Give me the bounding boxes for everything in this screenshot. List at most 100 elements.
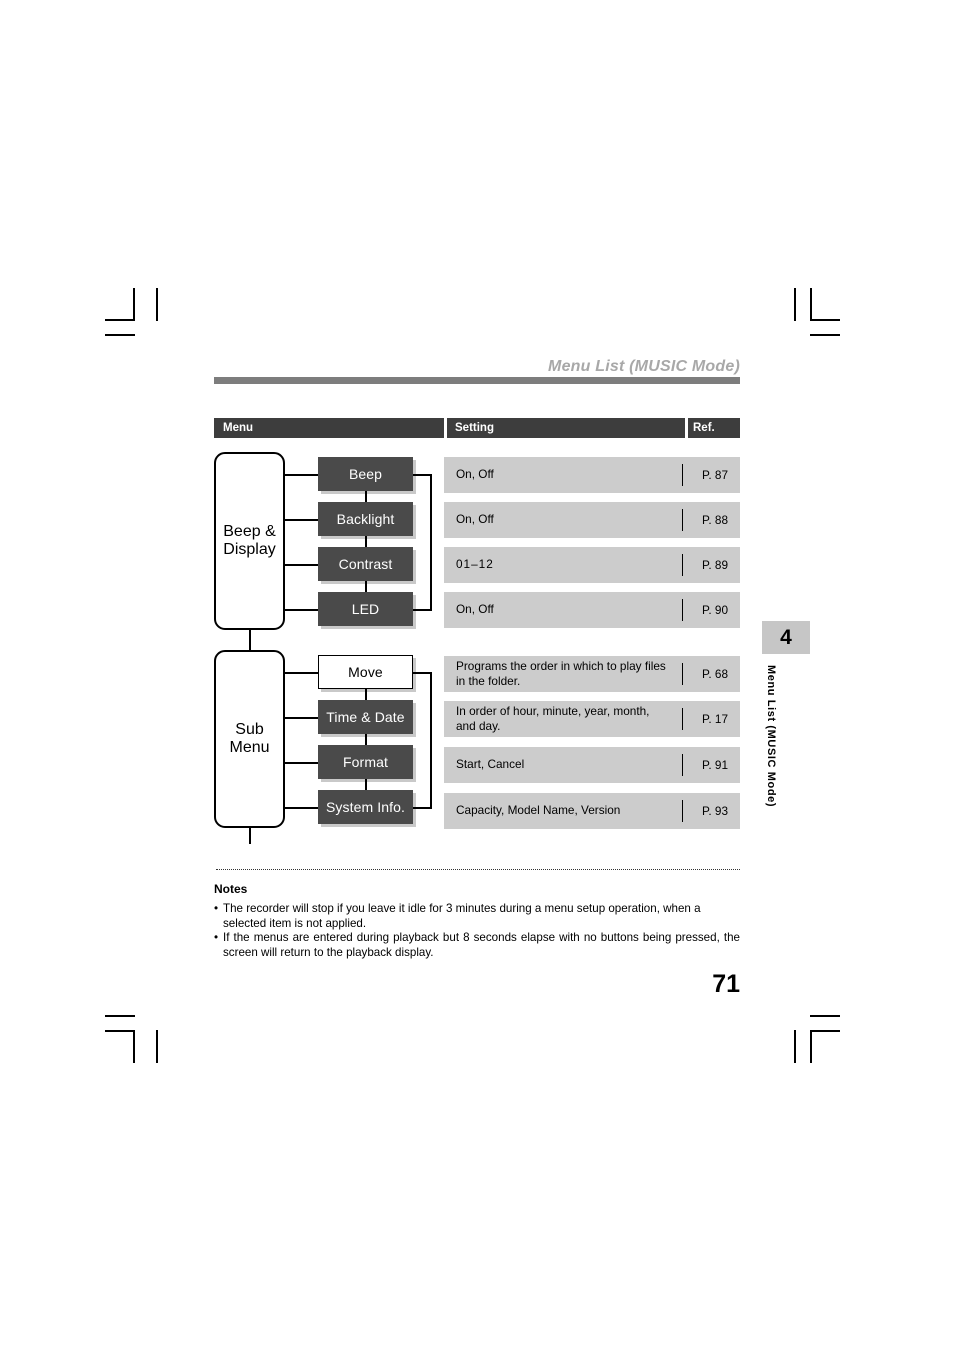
menu-node-label: Time & Date [326, 709, 405, 725]
menu-node-label: Beep [348, 466, 383, 482]
row-divider [682, 663, 684, 685]
menu-node-label: Contrast [338, 556, 393, 572]
connector-line [285, 807, 319, 809]
menu-node-format[interactable]: Format [318, 745, 413, 779]
ref-page-value: P. 68 [701, 667, 729, 681]
setting-value: Programs the order in which to play file… [456, 658, 666, 688]
column-header-menu: Menu [214, 418, 444, 438]
connector-line [249, 828, 251, 844]
connector-line [365, 779, 367, 790]
ref-page-value: P. 88 [701, 513, 729, 527]
connector-line [365, 536, 367, 547]
menu-node-label: Move [348, 664, 383, 680]
setting-row: Programs the order in which to play file… [444, 656, 740, 692]
ref-page-value: P. 89 [701, 558, 729, 572]
menu-node-contrast[interactable]: Contrast [318, 547, 413, 581]
note-list-item: • The recorder will stop if you leave it… [214, 902, 740, 932]
crop-mark-line [105, 319, 135, 321]
menu-node-led[interactable]: LED [318, 592, 413, 626]
column-header-ref-page: Ref. Page [688, 418, 740, 454]
bullet-icon: • [214, 931, 219, 944]
row-divider [682, 754, 684, 776]
crop-mark-line [105, 1030, 135, 1032]
ref-page-value: P. 17 [701, 712, 729, 726]
setting-row: 01–12 P. 89 [444, 547, 740, 583]
setting-row: On, Off P. 87 [444, 457, 740, 493]
row-divider [682, 599, 684, 621]
menu-node-beep[interactable]: Beep [318, 457, 413, 491]
crop-mark-line [156, 288, 158, 321]
connector-line [365, 734, 367, 745]
connector-line [249, 630, 251, 650]
crop-mark-line [794, 288, 796, 321]
menu-node-label: LED [351, 601, 380, 617]
connector-line [285, 762, 319, 764]
menu-node-backlight[interactable]: Backlight [318, 502, 413, 536]
page-number: 71 [712, 970, 740, 998]
crop-mark-line [133, 288, 135, 321]
crop-mark-line [105, 334, 135, 336]
menu-node-label: System Info. [325, 799, 405, 815]
ref-page-value: P. 87 [701, 468, 729, 482]
notes-heading: Notes [214, 882, 248, 896]
crop-mark-line [810, 1015, 840, 1017]
crop-mark-line [810, 1030, 812, 1063]
page-title: Menu List (MUSIC Mode) [548, 358, 740, 375]
note-list-item: • If the menus are entered during playba… [214, 931, 740, 961]
setting-value: Start, Cancel [456, 757, 525, 772]
group-box-label: Sub Menu [229, 720, 270, 756]
bullet-icon: • [214, 902, 219, 915]
setting-value: Capacity, Model Name, Version [456, 803, 621, 818]
menu-diagram: Beep & Display Beep Backlight Contrast L… [214, 448, 444, 844]
group-box-sub-menu: Sub Menu [214, 650, 285, 828]
row-divider [682, 800, 684, 822]
setting-row: On, Off P. 88 [444, 502, 740, 538]
setting-value: On, Off [456, 512, 494, 527]
setting-value: In order of hour, minute, year, month, a… [456, 703, 650, 733]
setting-value: On, Off [456, 467, 494, 482]
setting-value: On, Off [456, 602, 494, 617]
ref-page-value: P. 91 [701, 758, 729, 772]
menu-node-label: Format [343, 754, 388, 770]
connector-line [285, 717, 319, 719]
connector-line [430, 672, 432, 808]
setting-row: Start, Cancel P. 91 [444, 747, 740, 783]
row-divider [682, 708, 684, 730]
column-header-setting: Setting [447, 418, 685, 438]
crop-mark-line [810, 1030, 840, 1032]
connector-line [285, 609, 319, 611]
chapter-tab-label: Menu List (MUSIC Mode) [765, 665, 777, 808]
notes-divider [216, 869, 740, 870]
group-box-label: Beep & Display [223, 522, 276, 558]
menu-node-move[interactable]: Move [318, 655, 413, 689]
note-text: The recorder will stop if you leave it i… [223, 902, 701, 930]
crop-mark-line [810, 334, 840, 336]
crop-mark-line [105, 1015, 135, 1017]
connector-line [285, 474, 319, 476]
crop-mark-line [810, 319, 840, 321]
connector-line [285, 564, 319, 566]
ref-page-value: P. 93 [701, 804, 729, 818]
connector-line [430, 474, 432, 610]
chapter-tab-number: 4 [762, 621, 810, 654]
menu-node-time-date[interactable]: Time & Date [318, 700, 413, 734]
crop-mark-line [810, 288, 812, 321]
crop-mark-line [133, 1030, 135, 1063]
setting-row: Capacity, Model Name, Version P. 93 [444, 793, 740, 829]
connector-line [365, 689, 367, 700]
connector-line [285, 519, 319, 521]
ref-page-value: P. 90 [701, 603, 729, 617]
row-divider [682, 509, 684, 531]
setting-row: In order of hour, minute, year, month, a… [444, 701, 740, 737]
connector-line [365, 491, 367, 502]
menu-node-label: Backlight [336, 511, 395, 527]
menu-node-system-info[interactable]: System Info. [318, 790, 413, 824]
note-text: If the menus are entered during playback… [223, 931, 740, 959]
crop-mark-line [156, 1030, 158, 1063]
connector-line [365, 581, 367, 592]
crop-mark-line [794, 1030, 796, 1063]
title-rule [214, 377, 740, 384]
setting-row: On, Off P. 90 [444, 592, 740, 628]
setting-value: 01–12 [456, 557, 494, 572]
row-divider [682, 464, 684, 486]
